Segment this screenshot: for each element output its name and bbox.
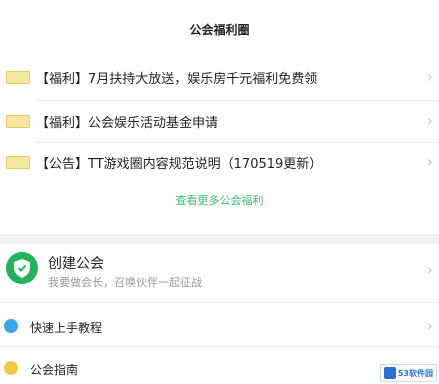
tutorial-icon [4, 319, 18, 333]
chevron-right-icon: › [426, 152, 433, 171]
watermark-logo-icon [383, 367, 396, 379]
post-row[interactable]: 【福利】公会娱乐活动基金申请 › [0, 102, 439, 140]
shield-icon [6, 252, 38, 284]
create-guild-subtitle: 我要做会长，召唤伙伴一起征战 [48, 276, 202, 289]
post-badge-icon [6, 114, 30, 128]
post-row[interactable]: 【福利】7月扶持大放送，娱乐房千元福利免费领 › [0, 58, 439, 96]
divider [0, 346, 439, 347]
post-badge-icon [6, 70, 30, 84]
chevron-right-icon: › [426, 67, 433, 86]
post-badge-icon [6, 155, 30, 169]
create-guild-title: 创建公会 [48, 256, 104, 272]
chevron-right-icon: › [426, 316, 433, 335]
post-title: 【公告】TT游戏圈内容规范说明（170519更新） [36, 156, 323, 172]
guild-guide-label: 公会指南 [30, 363, 79, 377]
guild-welfare-card: 公会福利圈 【福利】7月扶持大放送，娱乐房千元福利免费领 › 【福利】公会娱乐活… [0, 0, 439, 234]
divider [0, 302, 439, 303]
create-guild-card: 创建公会 我要做会长，召唤伙伴一起征战 › 快速上手教程 › 公会指南 [0, 244, 439, 384]
create-guild-row[interactable]: 创建公会 我要做会长，召唤伙伴一起征战 › [0, 244, 439, 296]
watermark: 53软件园 [379, 364, 437, 382]
view-more-link[interactable]: 查看更多公会福利 [0, 192, 439, 208]
post-row[interactable]: 【公告】TT游戏圈内容规范说明（170519更新） › [0, 143, 439, 181]
chevron-right-icon: › [426, 111, 433, 130]
guide-icon [4, 361, 18, 375]
tutorial-label: 快速上手教程 [30, 321, 103, 335]
divider [36, 100, 439, 101]
watermark-text: 53软件园 [397, 368, 433, 378]
post-title: 【福利】公会娱乐活动基金申请 [36, 115, 219, 131]
section-title: 公会福利圈 [189, 23, 250, 37]
chevron-right-icon: › [426, 260, 433, 279]
post-title: 【福利】7月扶持大放送，娱乐房千元福利免费领 [36, 71, 318, 87]
guild-guide-row[interactable]: 公会指南 [0, 352, 439, 384]
tutorial-row[interactable]: 快速上手教程 › [0, 308, 439, 344]
